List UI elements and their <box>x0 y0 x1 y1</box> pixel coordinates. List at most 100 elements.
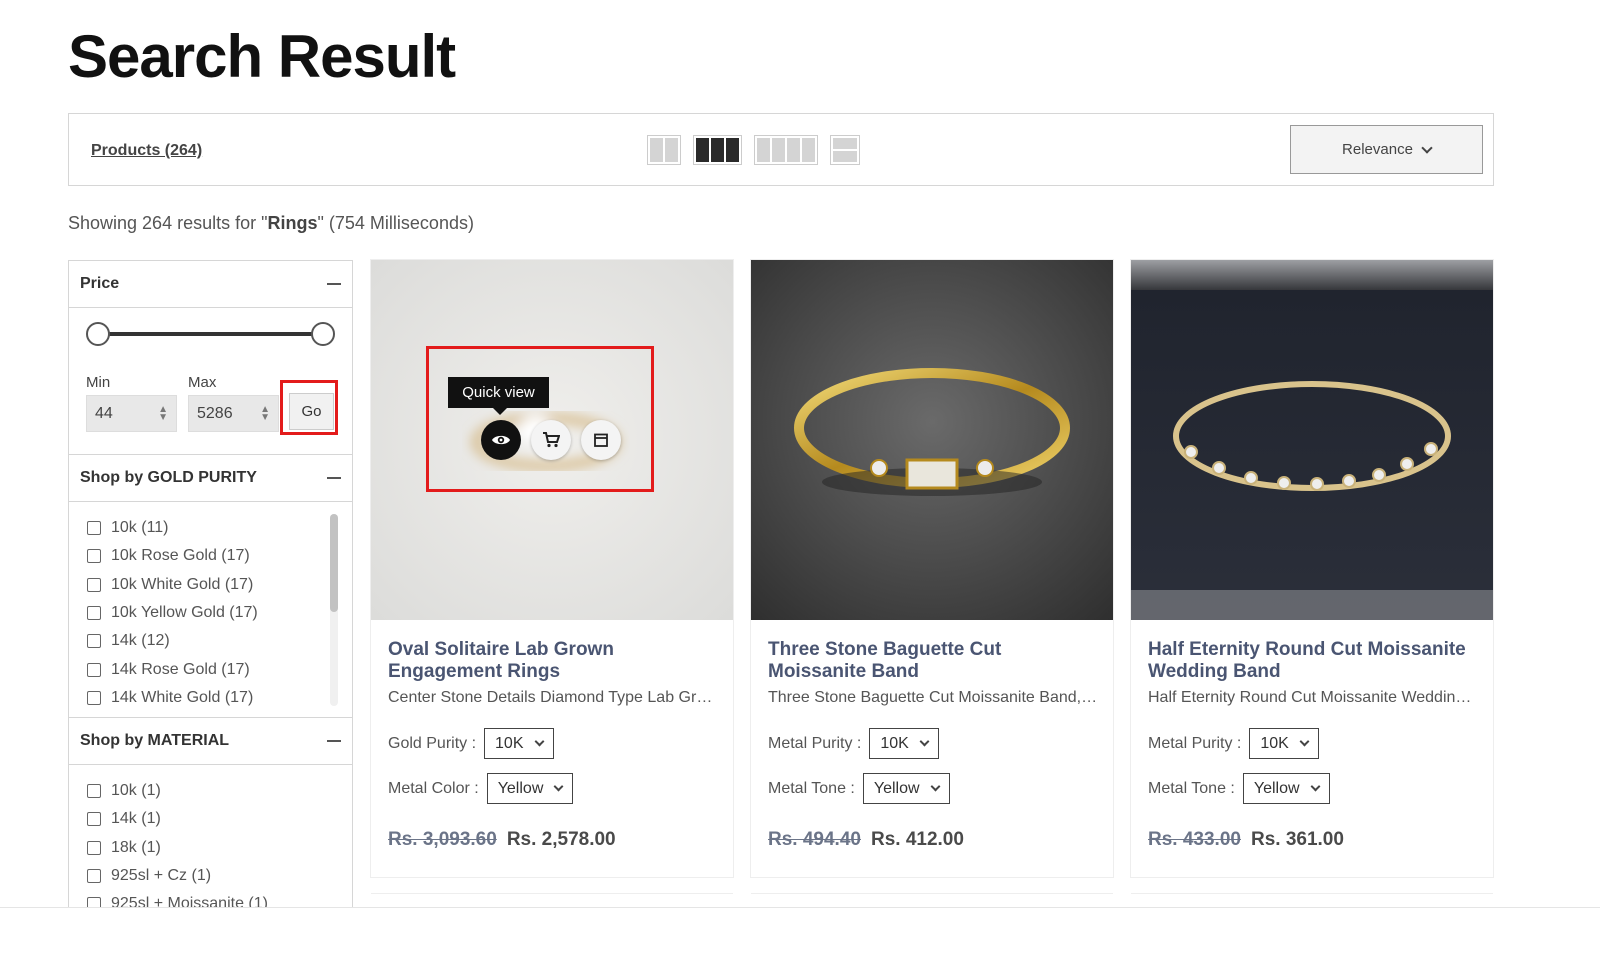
chevron-down-icon <box>534 736 544 747</box>
tooltip-arrow <box>493 408 507 415</box>
grid-view-switcher <box>647 135 860 165</box>
option-row: Metal Purity : 10K <box>768 728 939 759</box>
checkbox[interactable] <box>87 662 101 677</box>
price-max-input[interactable]: 5286 ▲ ▼ <box>188 395 279 432</box>
filter-option[interactable]: 14k (12) <box>87 627 352 655</box>
product-title[interactable]: Half Eternity Round Cut Moissanite Weddi… <box>1148 639 1478 683</box>
price-slider-min-handle[interactable] <box>86 322 110 346</box>
price-block: Rs. 433.00 Rs. 361.00 <box>1148 829 1344 851</box>
material-list: 10k (1) 14k (1) 18k (1) 925sl + Cz (1) 9… <box>69 765 352 909</box>
filter-option[interactable]: 10k Rose Gold (17) <box>87 542 352 570</box>
product-image[interactable] <box>751 260 1113 620</box>
product-card[interactable]: Three Stone Baguette Cut Moissanite Band… <box>751 260 1113 877</box>
gold-purity-list: 10k (11) 10k Rose Gold (17) 10k White Go… <box>69 502 352 718</box>
option-row: Gold Purity : 10K <box>388 728 554 759</box>
checkbox[interactable] <box>87 840 101 855</box>
view-4-columns-button[interactable] <box>754 135 818 165</box>
search-query: Rings <box>267 213 318 233</box>
checkbox[interactable] <box>87 690 101 705</box>
filter-option[interactable]: 18k (1) <box>87 834 352 862</box>
filter-option[interactable]: 14k Rose Gold (17) <box>87 655 352 683</box>
results-summary: Showing 264 results for "Rings" (754 Mil… <box>68 213 474 233</box>
collapse-minus-icon[interactable] <box>327 477 341 479</box>
product-description: Half Eternity Round Cut Moissanite Weddi… <box>1148 689 1478 706</box>
sale-price: Rs. 361.00 <box>1250 829 1344 850</box>
chevron-down-icon <box>919 736 930 747</box>
collapse-minus-icon[interactable] <box>327 283 341 285</box>
checkbox[interactable] <box>87 784 101 799</box>
chevron-down-icon <box>1421 141 1433 154</box>
checkbox[interactable] <box>87 812 101 827</box>
results-toolbar: Products (264) Relevance <box>68 113 1494 186</box>
option-row: Metal Tone : Yellow <box>768 773 950 804</box>
option-row: Metal Purity : 10K <box>1148 728 1319 759</box>
min-label: Min <box>86 374 111 391</box>
products-count-link[interactable]: Products (264) <box>91 142 202 160</box>
filter-option[interactable]: 10k Yellow Gold (17) <box>87 599 352 627</box>
product-card[interactable]: Half Eternity Round Cut Moissanite Weddi… <box>1131 260 1493 877</box>
scrollbar-thumb[interactable] <box>330 514 338 612</box>
sale-price: Rs. 412.00 <box>870 829 964 850</box>
checkbox[interactable] <box>87 606 101 621</box>
filter-option[interactable]: 14k (1) <box>87 805 352 833</box>
checkbox[interactable] <box>87 549 101 564</box>
material-facet-header[interactable]: Shop by MATERIAL <box>69 718 352 765</box>
max-label: Max <box>188 374 217 391</box>
original-price: Rs. 433.00 <box>1148 829 1241 850</box>
product-title[interactable]: Oval Solitaire Lab Grown Engagement Ring… <box>388 639 718 683</box>
filter-option[interactable]: 14k White Gold (17) <box>87 684 352 712</box>
price-min-input[interactable]: 44 ▲ ▼ <box>86 395 177 432</box>
checkbox[interactable] <box>87 521 101 536</box>
sale-price: Rs. 2,578.00 <box>506 829 616 850</box>
metal-purity-select[interactable]: 10K <box>869 728 939 759</box>
chevron-down-icon <box>1299 736 1310 747</box>
collapse-minus-icon[interactable] <box>327 740 341 742</box>
stepper-icon: ▲ ▼ <box>158 403 168 423</box>
original-price: Rs. 494.40 <box>768 829 861 850</box>
filter-option[interactable]: 10k White Gold (17) <box>87 571 352 599</box>
sort-label: Relevance <box>1342 141 1413 158</box>
scrollbar[interactable] <box>330 514 338 706</box>
viewport-footer-blank <box>0 908 1600 962</box>
price-block: Rs. 494.40 Rs. 412.00 <box>768 829 964 851</box>
chevron-down-icon <box>930 781 940 792</box>
filter-option[interactable]: 925sl + Cz (1) <box>87 862 352 890</box>
price-block: Rs. 3,093.60 Rs. 2,578.00 <box>388 829 616 851</box>
quick-view-eye-icon[interactable] <box>481 420 521 460</box>
metal-tone-select[interactable]: Yellow <box>862 773 950 804</box>
metal-tone-select[interactable]: Yellow <box>1242 773 1330 804</box>
product-image[interactable] <box>1131 260 1493 620</box>
option-row: Metal Tone : Yellow <box>1148 773 1330 804</box>
price-slider-track[interactable] <box>97 332 322 336</box>
metal-color-select[interactable]: Yellow <box>486 773 574 804</box>
checkbox[interactable] <box>87 577 101 592</box>
chevron-down-icon <box>1310 781 1320 792</box>
quick-view-tooltip: Quick view <box>448 377 549 408</box>
option-row: Metal Color : Yellow <box>388 773 574 804</box>
go-button[interactable]: Go <box>289 393 334 430</box>
metal-purity-select[interactable]: 10K <box>1249 728 1319 759</box>
gold-purity-select[interactable]: 10K <box>484 728 554 759</box>
price-facet-header[interactable]: Price <box>69 261 352 308</box>
view-2-columns-button[interactable] <box>647 135 681 165</box>
checkbox[interactable] <box>87 869 101 884</box>
gold-purity-facet-header[interactable]: Shop by GOLD PURITY <box>69 455 352 502</box>
view-list-button[interactable] <box>830 135 860 165</box>
chevron-down-icon <box>553 781 564 792</box>
sort-dropdown[interactable]: Relevance <box>1290 125 1483 174</box>
filter-option[interactable]: 10k (1) <box>87 777 352 805</box>
product-title[interactable]: Three Stone Baguette Cut Moissanite Band <box>768 639 1098 683</box>
filter-sidebar: Price Min Max 44 ▲ ▼ 5286 ▲ ▼ Shop by GOLD… <box>68 260 353 910</box>
compare-calendar-icon[interactable] <box>581 420 621 460</box>
product-description: Center Stone Details Diamond Type Lab Gr… <box>388 689 718 706</box>
page-title: Search Result <box>68 23 456 90</box>
filter-option[interactable]: 10k (11) <box>87 514 352 542</box>
price-slider-max-handle[interactable] <box>311 322 335 346</box>
stepper-icon: ▲ ▼ <box>260 403 270 423</box>
add-to-cart-icon[interactable] <box>531 420 571 460</box>
product-description: Three Stone Baguette Cut Moissanite Band… <box>768 689 1098 706</box>
quick-actions-highlight <box>426 346 654 492</box>
view-3-columns-button[interactable] <box>693 135 742 165</box>
original-price: Rs. 3,093.60 <box>388 829 497 850</box>
checkbox[interactable] <box>87 634 101 649</box>
